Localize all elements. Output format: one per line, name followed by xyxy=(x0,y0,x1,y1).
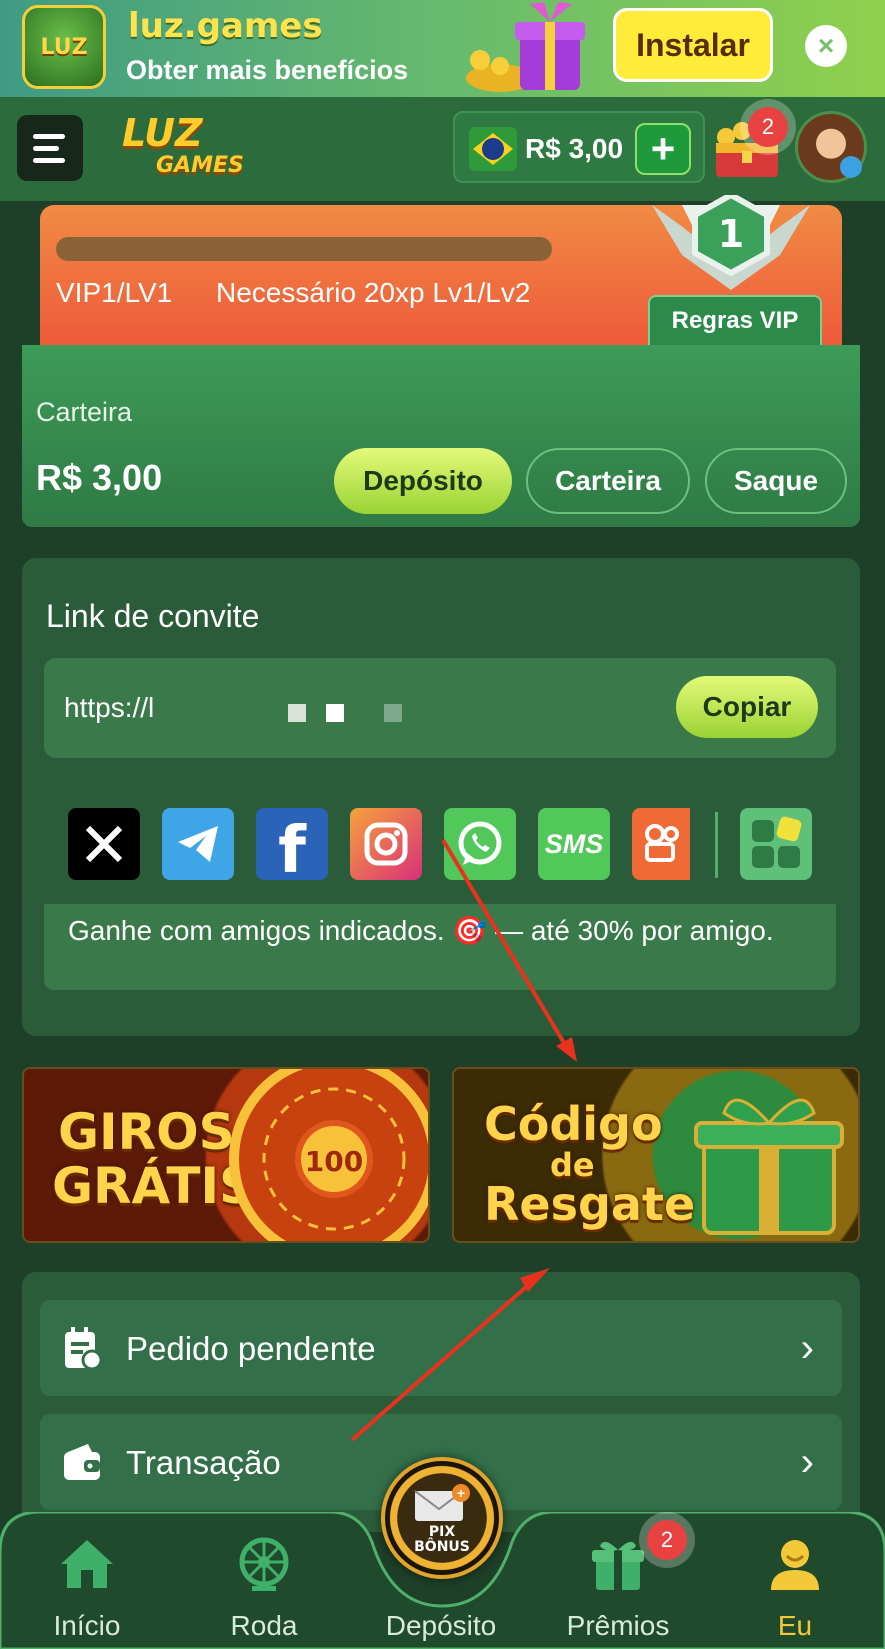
spin-wheel-icon: 100 xyxy=(229,1069,428,1241)
copy-button[interactable]: Copiar xyxy=(676,676,818,738)
withdraw-button[interactable]: Saque xyxy=(705,448,847,514)
pix-envelope-icon: + xyxy=(414,1484,470,1521)
install-button[interactable]: Instalar xyxy=(613,8,773,82)
pending-orders-label: Pedido pendente xyxy=(126,1330,376,1367)
brazil-flag-icon xyxy=(469,127,517,171)
facebook-glyph: f xyxy=(278,814,306,888)
site-logo[interactable]: LUZ GAMES xyxy=(120,111,260,183)
pending-order-icon xyxy=(65,1327,102,1370)
wallet-amount: R$ 3,00 xyxy=(36,457,163,498)
transaction-label: Transação xyxy=(126,1444,281,1481)
codigo-line1: Código xyxy=(484,1097,663,1151)
nav-me-label: Eu xyxy=(777,1610,813,1641)
kwai-icon[interactable] xyxy=(632,808,690,880)
wallet-button[interactable]: Carteira xyxy=(526,448,690,514)
more-apps-icon[interactable] xyxy=(740,808,812,880)
install-banner: LUZ luz.games Obter mais benefícios Inst… xyxy=(0,0,885,97)
instagram-icon[interactable] xyxy=(350,808,422,880)
app-icon: LUZ xyxy=(22,5,106,89)
redacted-pixel xyxy=(384,704,402,722)
redacted-pixel xyxy=(288,704,306,722)
logo-text-bottom: GAMES xyxy=(156,153,244,178)
wallet-card: Carteira R$ 3,00 Depósito Carteira Saque xyxy=(22,345,860,527)
prizes-badge: 2 xyxy=(647,1520,687,1560)
banner-app-name: luz.games xyxy=(128,6,323,46)
earn-info-box: Ganhe com amigos indicados. 🎯 — até 30% … xyxy=(44,904,836,990)
banner-subtitle: Obter mais benefícios xyxy=(126,55,409,85)
pix-bonus-button[interactable]: + PIX BÔNUS xyxy=(381,1457,503,1579)
whatsapp-icon[interactable] xyxy=(444,808,516,880)
sms-icon[interactable]: SMS xyxy=(538,808,610,880)
vip-progress-bar xyxy=(56,237,552,261)
top-header: LUZ GAMES R$ 3,00 + 2 xyxy=(0,97,885,201)
user-icon xyxy=(771,1540,819,1590)
x-icon[interactable] xyxy=(68,808,140,880)
earn-text: Ganhe com amigos indicados. 🎯 — até 30% … xyxy=(68,915,774,946)
nav-home[interactable]: Início xyxy=(12,1536,162,1646)
free-spins-banner[interactable]: GIROS GRÁTIS 100 xyxy=(22,1067,430,1243)
vip-rules-button[interactable]: Regras VIP xyxy=(648,295,822,345)
wheel-center-text: 100 xyxy=(305,1145,363,1178)
nav-wheel[interactable]: Roda xyxy=(189,1536,339,1646)
add-balance-button[interactable]: + xyxy=(635,123,691,175)
vip-medal-icon: 1 xyxy=(652,195,810,290)
home-icon xyxy=(61,1540,113,1588)
codigo-line3: Resgate xyxy=(484,1177,696,1231)
vip-level: VIP1/LV1 xyxy=(56,277,173,308)
wallet-label: Carteira xyxy=(36,397,133,427)
facebook-icon[interactable]: f xyxy=(256,808,328,888)
nav-me[interactable]: Eu xyxy=(720,1536,870,1646)
chest-badge: 2 xyxy=(748,107,788,147)
vip-card: VIP1/LV1 Necessário 20xp Lv1/Lv2 1 Regra… xyxy=(40,195,842,345)
wallet-icon xyxy=(64,1444,100,1480)
chevron-right-icon: › xyxy=(800,1440,814,1484)
wheel-icon xyxy=(239,1537,289,1591)
nav-wheel-label: Roda xyxy=(230,1610,298,1641)
close-icon[interactable]: × xyxy=(805,25,847,67)
invite-link[interactable]: https://l xyxy=(64,692,166,724)
vip-requirement: Necessário 20xp Lv1/Lv2 xyxy=(216,277,531,308)
redacted-pixel xyxy=(326,704,344,722)
gift-icon xyxy=(592,1541,644,1590)
telegram-small-icon xyxy=(840,156,862,178)
chevron-right-icon: › xyxy=(800,1326,814,1370)
svg-text:+: + xyxy=(457,1485,465,1501)
green-gift-icon xyxy=(694,1098,844,1235)
app-icon-text: LUZ xyxy=(40,34,88,60)
giros-line1: GIROS xyxy=(58,1103,235,1161)
logo-text-top: LUZ xyxy=(122,111,203,155)
deposit-button[interactable]: Depósito xyxy=(334,448,512,514)
nav-deposit-label: Depósito xyxy=(385,1610,497,1641)
vip-medal-number: 1 xyxy=(718,212,744,256)
header-balance: R$ 3,00 xyxy=(525,133,624,164)
nav-prizes-label: Prêmios xyxy=(566,1610,670,1641)
pending-orders-row[interactable]: Pedido pendente › xyxy=(40,1300,842,1396)
nav-home-label: Início xyxy=(53,1610,121,1641)
social-divider xyxy=(715,812,718,878)
invite-card: Link de convite https://l Copiar f SMS G… xyxy=(22,558,860,1036)
balance-box[interactable]: R$ 3,00 + xyxy=(453,111,705,183)
menu-button[interactable] xyxy=(17,115,83,181)
avatar[interactable] xyxy=(795,111,867,183)
pix-bonus-text: PIX BÔNUS xyxy=(414,1524,470,1555)
redeem-code-banner[interactable]: Código de Resgate xyxy=(452,1067,860,1243)
invite-link-box[interactable]: https://l Copiar xyxy=(44,658,836,758)
telegram-icon[interactable] xyxy=(162,808,234,880)
gift-box-icon xyxy=(466,2,585,92)
invite-title: Link de convite xyxy=(46,598,260,634)
